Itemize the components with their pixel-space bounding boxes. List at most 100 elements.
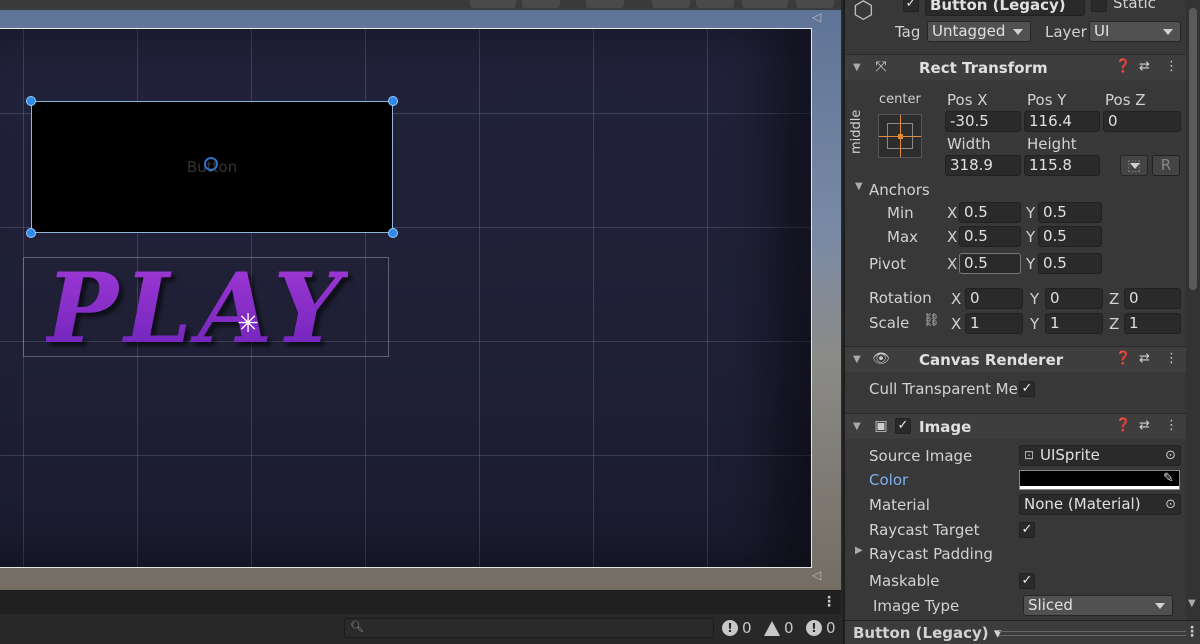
scale-x-field[interactable]: 1 [965, 313, 1023, 334]
more-icon[interactable]: ⋮ [822, 595, 836, 609]
tag-dropdown[interactable]: Untagged [927, 21, 1031, 42]
preset-icon[interactable]: ⇄ [1139, 59, 1150, 74]
rect-transform-header[interactable]: ▼ ⤧ Rect Transform ❓ ⇄ ⋮ [845, 54, 1188, 80]
source-image-label: Source Image [869, 447, 973, 465]
ui-canvas[interactable]: Button PLAY ✳ [0, 28, 812, 568]
object-name-field[interactable]: Button (Legacy) [925, 0, 1085, 16]
eyedropper-icon[interactable]: ✎ [1163, 471, 1174, 486]
anchor-min-x-field[interactable]: 0.5 [959, 202, 1021, 223]
anchor-max-y-field[interactable]: 0.5 [1038, 226, 1102, 247]
pos-y-field[interactable]: 116.4 [1024, 111, 1100, 132]
material-field[interactable]: None (Material) ⊙ [1019, 494, 1181, 515]
scale-label: Scale [869, 314, 910, 332]
preview-title[interactable]: Button (Legacy) ▾ [853, 624, 1001, 642]
play-text-object[interactable]: PLAY ✳ [23, 252, 389, 365]
layer-dropdown[interactable]: UI [1089, 21, 1181, 42]
static-checkbox[interactable] [1091, 0, 1107, 12]
width-field[interactable]: 318.9 [945, 155, 1021, 176]
resize-handle-bottom-right[interactable] [388, 228, 398, 238]
resize-handle-top-left[interactable] [26, 96, 36, 106]
more-icon[interactable]: ⋮ [1185, 625, 1199, 639]
layer-label: Layer [1045, 23, 1087, 41]
gameobject-icon[interactable]: ⬡ [853, 0, 874, 24]
maskable-label: Maskable [869, 572, 940, 590]
object-picker-icon[interactable]: ⊙ [1165, 446, 1176, 465]
color-field[interactable] [1019, 470, 1180, 490]
help-icon[interactable]: ❓ [1115, 351, 1131, 366]
resize-handle-top-right[interactable] [388, 96, 398, 106]
x-label: X [947, 204, 958, 222]
scale-z-field[interactable]: 1 [1124, 313, 1181, 334]
x-label: X [947, 228, 958, 246]
y-label: Y [1026, 204, 1036, 222]
constrain-link-icon[interactable]: ⛓ [923, 313, 940, 328]
move-gizmo-icon[interactable]: ✳ [234, 310, 262, 338]
component-menu-icon[interactable]: ⋮ [1165, 59, 1178, 74]
resize-handle-bottom-left[interactable] [26, 228, 36, 238]
source-image-field[interactable]: ⊡ UISprite ⊙ [1019, 445, 1181, 466]
pos-y-label: Pos Y [1027, 91, 1067, 109]
rotation-label: Rotation [869, 289, 932, 307]
object-picker-icon[interactable]: ⊙ [1165, 495, 1176, 514]
pos-z-field[interactable]: 0 [1103, 111, 1181, 132]
toolbar-button[interactable] [586, 0, 624, 8]
toolbar-button[interactable] [652, 0, 690, 8]
raycast-padding-label[interactable]: Raycast Padding [869, 545, 993, 563]
active-checkbox[interactable]: ✓ [903, 0, 919, 12]
scale-y-field[interactable]: 1 [1045, 313, 1103, 334]
raw-edit-button[interactable]: R [1152, 155, 1180, 176]
maskable-checkbox[interactable]: ✓ [1019, 573, 1035, 589]
rotation-x-field[interactable]: 0 [965, 288, 1023, 309]
message-count[interactable]: ! 0 [806, 618, 836, 638]
scroll-down-icon[interactable]: ▼ [1188, 598, 1196, 609]
raycast-target-checkbox[interactable]: ✓ [1019, 522, 1035, 538]
pos-x-field[interactable]: -30.5 [945, 111, 1021, 132]
toolbar-button[interactable] [696, 0, 734, 8]
collapse-caret-icon[interactable]: ▼ [853, 421, 861, 432]
cull-transparent-checkbox[interactable]: ✓ [1019, 381, 1035, 397]
toolbar-button[interactable] [522, 0, 560, 8]
toolbar-button[interactable] [796, 0, 834, 8]
help-icon[interactable]: ❓ [1115, 59, 1131, 74]
component-menu-icon[interactable]: ⋮ [1165, 351, 1178, 366]
z-label: Z [1109, 290, 1120, 308]
error-icon: ! [722, 620, 738, 636]
pivot-y-field[interactable]: 0.5 [1038, 253, 1102, 274]
anchor-min-label: Min [887, 204, 914, 222]
blueprint-mode-icon[interactable]: ⬚ [1120, 155, 1148, 176]
anchors-caret-icon[interactable]: ▼ [855, 181, 863, 192]
anchor-max-x-field[interactable]: 0.5 [959, 226, 1021, 247]
preset-icon[interactable]: ⇄ [1139, 418, 1150, 433]
info-icon: ! [806, 620, 822, 636]
rotation-z-field[interactable]: 0 [1124, 288, 1181, 309]
image-enabled-checkbox[interactable]: ✓ [895, 418, 911, 434]
scrollbar-thumb[interactable] [1189, 8, 1197, 290]
anchor-min-y-field[interactable]: 0.5 [1038, 202, 1102, 223]
warning-count[interactable]: 0 [764, 618, 794, 638]
collapse-caret-icon[interactable]: ▼ [853, 354, 861, 365]
preset-icon[interactable]: ⇄ [1139, 351, 1150, 366]
scene-view[interactable]: Button PLAY ✳ ◁ ◁ [0, 0, 841, 590]
y-label: Y [1030, 290, 1040, 308]
image-header[interactable]: ▼ ▣ ✓ Image ❓ ⇄ ⋮ [845, 413, 1188, 439]
collapse-caret-icon[interactable]: ▼ [853, 62, 861, 73]
image-type-dropdown[interactable]: Sliced [1023, 595, 1173, 616]
console-search-input[interactable]: 🔍︎ [344, 618, 714, 638]
height-field[interactable]: 115.8 [1024, 155, 1100, 176]
toolbar-button[interactable] [742, 0, 788, 8]
error-count[interactable]: ! 0 [722, 618, 752, 638]
pivot-x-field[interactable]: 0.5 [959, 253, 1021, 274]
rotation-y-field[interactable]: 0 [1045, 288, 1103, 309]
canvas-renderer-header[interactable]: ▼ 👁︎ Canvas Renderer ❓ ⇄ ⋮ [845, 346, 1188, 372]
anchor-v-label: middle [849, 109, 864, 154]
component-menu-icon[interactable]: ⋮ [1165, 418, 1178, 433]
preview-footer[interactable]: Button (Legacy) ▾ ⋮ [845, 620, 1200, 644]
help-icon[interactable]: ❓ [1115, 418, 1131, 433]
pivot-icon[interactable] [204, 157, 218, 171]
anchor-presets-button[interactable] [878, 114, 922, 158]
expand-caret-icon[interactable]: ▶ [855, 545, 863, 556]
inspector-scrollbar[interactable]: ▼ [1186, 0, 1200, 644]
canvas-corner-icon: ◁ [812, 568, 822, 582]
legacy-button-object[interactable]: Button [31, 101, 393, 233]
toolbar-button[interactable] [470, 0, 516, 8]
